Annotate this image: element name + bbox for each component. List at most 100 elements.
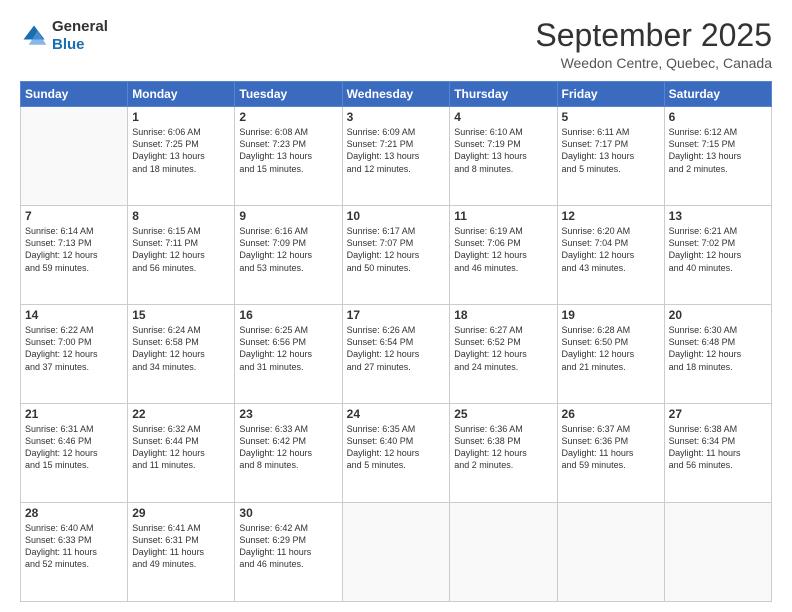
day-number: 30 bbox=[239, 506, 337, 520]
weekday-header-friday: Friday bbox=[557, 82, 664, 107]
cell-content: Sunrise: 6:28 AMSunset: 6:50 PMDaylight:… bbox=[562, 324, 660, 373]
day-number: 7 bbox=[25, 209, 123, 223]
day-number: 25 bbox=[454, 407, 552, 421]
cell-content: Sunrise: 6:19 AMSunset: 7:06 PMDaylight:… bbox=[454, 225, 552, 274]
calendar-week-row: 28 Sunrise: 6:40 AMSunset: 6:33 PMDayligh… bbox=[21, 503, 772, 602]
calendar-cell: 1Sunrise: 6:06 AMSunset: 7:25 PMDaylight… bbox=[128, 107, 235, 206]
day-number: 3 bbox=[347, 110, 446, 124]
calendar-cell: 14Sunrise: 6:22 AMSunset: 7:00 PMDayligh… bbox=[21, 305, 128, 404]
day-number: 20 bbox=[669, 308, 767, 322]
day-number: 22 bbox=[132, 407, 230, 421]
calendar-cell: 15 Sunrise: 6:24 AMSunset: 6:58 PMDayligh… bbox=[128, 305, 235, 404]
cell-content: Sunrise: 6:16 AMSunset: 7:09 PMDaylight:… bbox=[239, 225, 337, 274]
cell-content: Sunrise: 6:14 AMSunset: 7:13 PMDaylight:… bbox=[25, 225, 123, 274]
page: General Blue September 2025 Weedon Centr… bbox=[0, 0, 792, 612]
calendar-cell: 9 Sunrise: 6:16 AMSunset: 7:09 PMDaylight… bbox=[235, 206, 342, 305]
cell-content: Sunrise: 6:11 AMSunset: 7:17 PMDaylight:… bbox=[562, 126, 660, 175]
calendar-week-row: 1Sunrise: 6:06 AMSunset: 7:25 PMDaylight… bbox=[21, 107, 772, 206]
calendar-cell: 18Sunrise: 6:27 AMSunset: 6:52 PMDayligh… bbox=[450, 305, 557, 404]
day-number: 28 bbox=[25, 506, 123, 520]
day-number: 29 bbox=[132, 506, 230, 520]
day-number: 19 bbox=[562, 308, 660, 322]
day-number: 13 bbox=[669, 209, 767, 223]
cell-content: Sunrise: 6:33 AMSunset: 6:42 PMDaylight:… bbox=[239, 423, 337, 472]
day-number: 1 bbox=[132, 110, 230, 124]
weekday-header-tuesday: Tuesday bbox=[235, 82, 342, 107]
calendar-week-row: 7 Sunrise: 6:14 AMSunset: 7:13 PMDaylight… bbox=[21, 206, 772, 305]
logo-icon bbox=[20, 22, 48, 50]
cell-content: Sunrise: 6:08 AMSunset: 7:23 PMDaylight:… bbox=[239, 126, 337, 175]
header: General Blue September 2025 Weedon Centr… bbox=[20, 18, 772, 71]
day-number: 6 bbox=[669, 110, 767, 124]
day-number: 11 bbox=[454, 209, 552, 223]
cell-content: Sunrise: 6:12 AMSunset: 7:15 PMDaylight:… bbox=[669, 126, 767, 175]
cell-content: Sunrise: 6:15 AMSunset: 7:11 PMDaylight:… bbox=[132, 225, 230, 274]
day-number: 21 bbox=[25, 407, 123, 421]
calendar-cell: 2 Sunrise: 6:08 AMSunset: 7:23 PMDaylight… bbox=[235, 107, 342, 206]
calendar-cell bbox=[342, 503, 450, 602]
calendar-cell: 6 Sunrise: 6:12 AMSunset: 7:15 PMDaylight… bbox=[664, 107, 771, 206]
calendar-cell: 3 Sunrise: 6:09 AMSunset: 7:21 PMDaylight… bbox=[342, 107, 450, 206]
day-number: 4 bbox=[454, 110, 552, 124]
cell-content: Sunrise: 6:32 AMSunset: 6:44 PMDaylight:… bbox=[132, 423, 230, 472]
calendar-cell: 19 Sunrise: 6:28 AMSunset: 6:50 PMDayligh… bbox=[557, 305, 664, 404]
weekday-header-wednesday: Wednesday bbox=[342, 82, 450, 107]
calendar-week-row: 14Sunrise: 6:22 AMSunset: 7:00 PMDayligh… bbox=[21, 305, 772, 404]
day-number: 26 bbox=[562, 407, 660, 421]
day-number: 15 bbox=[132, 308, 230, 322]
logo-line1: General bbox=[52, 18, 108, 36]
calendar-cell: 22 Sunrise: 6:32 AMSunset: 6:44 PMDayligh… bbox=[128, 404, 235, 503]
day-number: 16 bbox=[239, 308, 337, 322]
day-number: 17 bbox=[347, 308, 446, 322]
calendar-cell: 11 Sunrise: 6:19 AMSunset: 7:06 PMDayligh… bbox=[450, 206, 557, 305]
cell-content: Sunrise: 6:38 AMSunset: 6:34 PMDaylight:… bbox=[669, 423, 767, 472]
calendar-table: SundayMondayTuesdayWednesdayThursdayFrid… bbox=[20, 81, 772, 602]
cell-content: Sunrise: 6:09 AMSunset: 7:21 PMDaylight:… bbox=[347, 126, 446, 175]
day-number: 9 bbox=[239, 209, 337, 223]
calendar-cell: 28 Sunrise: 6:40 AMSunset: 6:33 PMDayligh… bbox=[21, 503, 128, 602]
calendar-cell: 23 Sunrise: 6:33 AMSunset: 6:42 PMDayligh… bbox=[235, 404, 342, 503]
day-number: 14 bbox=[25, 308, 123, 322]
day-number: 23 bbox=[239, 407, 337, 421]
day-number: 27 bbox=[669, 407, 767, 421]
cell-content: Sunrise: 6:42 AMSunset: 6:29 PMDaylight:… bbox=[239, 522, 337, 571]
calendar-cell: 8 Sunrise: 6:15 AMSunset: 7:11 PMDaylight… bbox=[128, 206, 235, 305]
weekday-header-sunday: Sunday bbox=[21, 82, 128, 107]
cell-content: Sunrise: 6:24 AMSunset: 6:58 PMDaylight:… bbox=[132, 324, 230, 373]
calendar-cell bbox=[557, 503, 664, 602]
day-number: 5 bbox=[562, 110, 660, 124]
title-block: September 2025 Weedon Centre, Quebec, Ca… bbox=[535, 18, 772, 71]
cell-content: Sunrise: 6:21 AMSunset: 7:02 PMDaylight:… bbox=[669, 225, 767, 274]
cell-content: Sunrise: 6:31 AMSunset: 6:46 PMDaylight:… bbox=[25, 423, 123, 472]
cell-content: Sunrise: 6:37 AMSunset: 6:36 PMDaylight:… bbox=[562, 423, 660, 472]
weekday-header-thursday: Thursday bbox=[450, 82, 557, 107]
calendar-cell: 10Sunrise: 6:17 AMSunset: 7:07 PMDayligh… bbox=[342, 206, 450, 305]
calendar-cell: 4 Sunrise: 6:10 AMSunset: 7:19 PMDaylight… bbox=[450, 107, 557, 206]
cell-content: Sunrise: 6:10 AMSunset: 7:19 PMDaylight:… bbox=[454, 126, 552, 175]
calendar-cell: 20 Sunrise: 6:30 AMSunset: 6:48 PMDayligh… bbox=[664, 305, 771, 404]
calendar-cell: 5 Sunrise: 6:11 AMSunset: 7:17 PMDaylight… bbox=[557, 107, 664, 206]
cell-content: Sunrise: 6:40 AMSunset: 6:33 PMDaylight:… bbox=[25, 522, 123, 571]
weekday-header-monday: Monday bbox=[128, 82, 235, 107]
calendar-cell bbox=[21, 107, 128, 206]
weekday-header-row: SundayMondayTuesdayWednesdayThursdayFrid… bbox=[21, 82, 772, 107]
weekday-header-saturday: Saturday bbox=[664, 82, 771, 107]
calendar-cell: 16Sunrise: 6:25 AMSunset: 6:56 PMDayligh… bbox=[235, 305, 342, 404]
day-number: 8 bbox=[132, 209, 230, 223]
logo-text: General Blue bbox=[52, 18, 108, 54]
logo-line2: Blue bbox=[52, 36, 108, 54]
calendar-cell: 7 Sunrise: 6:14 AMSunset: 7:13 PMDaylight… bbox=[21, 206, 128, 305]
calendar-cell bbox=[664, 503, 771, 602]
day-number: 12 bbox=[562, 209, 660, 223]
calendar-cell bbox=[450, 503, 557, 602]
cell-content: Sunrise: 6:30 AMSunset: 6:48 PMDaylight:… bbox=[669, 324, 767, 373]
cell-content: Sunrise: 6:26 AMSunset: 6:54 PMDaylight:… bbox=[347, 324, 446, 373]
cell-content: Sunrise: 6:41 AMSunset: 6:31 PMDaylight:… bbox=[132, 522, 230, 571]
cell-content: Sunrise: 6:27 AMSunset: 6:52 PMDaylight:… bbox=[454, 324, 552, 373]
day-number: 2 bbox=[239, 110, 337, 124]
calendar-cell: 17 Sunrise: 6:26 AMSunset: 6:54 PMDayligh… bbox=[342, 305, 450, 404]
subtitle: Weedon Centre, Quebec, Canada bbox=[535, 55, 772, 71]
calendar-cell: 29 Sunrise: 6:41 AMSunset: 6:31 PMDayligh… bbox=[128, 503, 235, 602]
calendar-cell: 27 Sunrise: 6:38 AMSunset: 6:34 PMDayligh… bbox=[664, 404, 771, 503]
calendar-cell: 30 Sunrise: 6:42 AMSunset: 6:29 PMDayligh… bbox=[235, 503, 342, 602]
